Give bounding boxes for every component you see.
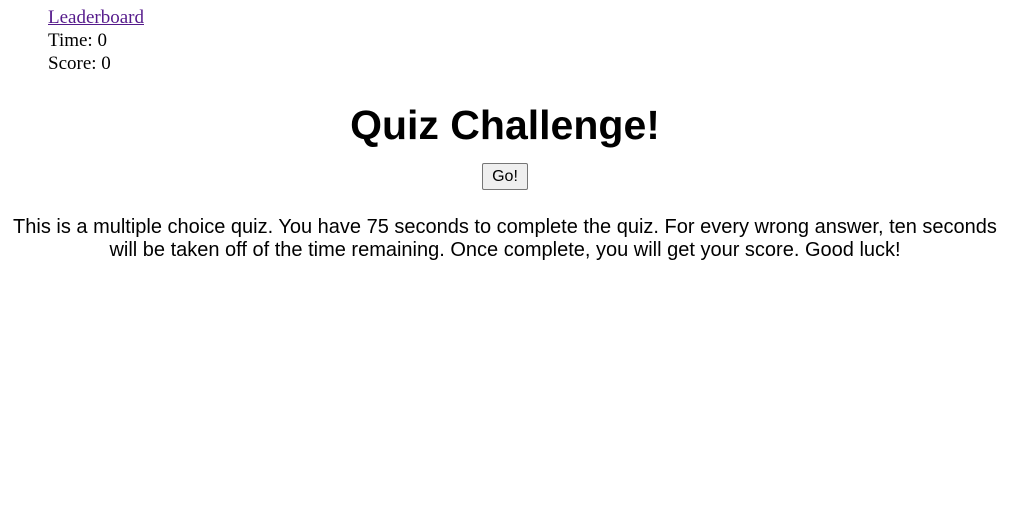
leaderboard-link[interactable]: Leaderboard xyxy=(48,6,144,29)
score-display: Score: 0 xyxy=(48,52,144,75)
quiz-intro: Quiz Challenge! Go! This is a multiple c… xyxy=(0,98,1010,262)
score-label: Score: xyxy=(48,53,102,74)
quiz-description: This is a multiple choice quiz. You have… xyxy=(13,216,997,261)
time-label: Time: xyxy=(48,30,98,51)
header-info: Leaderboard Time: 0 Score: 0 xyxy=(48,6,144,75)
score-value: 0 xyxy=(101,53,111,74)
page-title: Quiz Challenge! xyxy=(350,102,660,148)
time-value: 0 xyxy=(97,30,107,51)
time-display: Time: 0 xyxy=(48,29,144,52)
go-button[interactable]: Go! xyxy=(482,163,528,190)
